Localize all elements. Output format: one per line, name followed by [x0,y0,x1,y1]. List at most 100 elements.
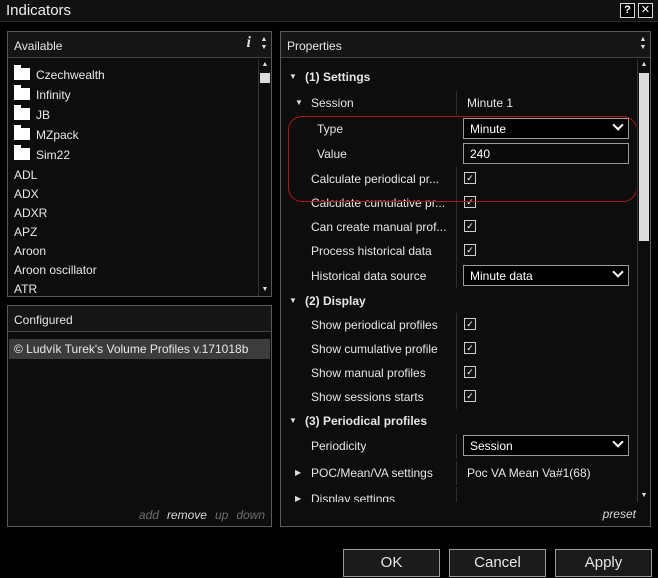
scroll-thumb[interactable] [260,73,270,83]
scroll-down-arrow[interactable]: ▼ [259,284,271,296]
expand-triangle-icon[interactable]: ▶ [295,494,301,502]
calc-periodical-checkbox[interactable]: ✓ [464,172,476,184]
historical-source-label: Historical data source [311,269,427,283]
prop-type[interactable]: Type Minute [281,117,636,141]
category-periodical[interactable]: ▼ (3) Periodical profiles [281,409,636,433]
available-panel: Available i ▲ ▼ Czechwealth Infinity JB M… [7,31,272,297]
type-label: Type [317,122,344,136]
collapse-triangle-icon[interactable]: ▼ [289,296,297,305]
prop-show-manual[interactable]: Show manual profiles ✓ [281,361,636,385]
preset-link[interactable]: preset [603,507,636,521]
remove-link[interactable]: remove [167,508,207,522]
historical-source-select[interactable]: Minute data [463,265,629,286]
column-separator [456,91,457,115]
configured-item-selected[interactable]: © Ludvík Turek's Volume Profiles v.17101… [9,339,270,359]
folder-icon [14,125,30,140]
configured-header: Configured [8,306,271,332]
expand-triangle-icon[interactable]: ▶ [295,468,301,477]
prop-poc[interactable]: ▶ POC/Mean/VA settings Poc VA Mean Va#1(… [281,461,636,485]
available-header: Available i ▲ ▼ [8,32,271,58]
prop-calc-cumulative[interactable]: Calculate cumulative pr... ✓ [281,191,636,215]
prop-show-sessions[interactable]: Show sessions starts ✓ [281,385,636,409]
properties-scrollbar[interactable]: ▲ ▼ [637,59,650,502]
show-manual-checkbox[interactable]: ✓ [464,366,476,378]
scroll-down-arrow[interactable]: ▼ [638,490,650,502]
prop-process-historical[interactable]: Process historical data ✓ [281,239,636,263]
column-separator [456,434,457,458]
value-input[interactable]: 240 [463,143,629,164]
column-separator [456,167,457,191]
apply-button[interactable]: Apply [555,549,652,577]
properties-header: Properties ▲ ▼ [281,32,650,58]
configured-title: Configured [14,313,73,327]
header-scroll-arrows[interactable]: ▲ ▼ [259,36,269,52]
collapse-triangle-icon[interactable]: ▼ [289,416,297,425]
calc-periodical-label: Calculate periodical pr... [311,172,440,186]
prop-manual-profiles[interactable]: Can create manual prof... ✓ [281,215,636,239]
show-sessions-checkbox[interactable]: ✓ [464,390,476,402]
scroll-up-arrow[interactable]: ▲ [638,59,650,71]
info-icon[interactable]: i [247,34,251,52]
indicator-item[interactable]: ADX [14,187,39,205]
show-manual-label: Show manual profiles [311,366,426,380]
folder-item[interactable]: JB [14,105,50,126]
up-link[interactable]: up [215,508,228,522]
folder-item[interactable]: Czechwealth [14,65,105,86]
column-separator [456,215,457,239]
collapse-triangle-icon[interactable]: ▼ [289,72,297,81]
prop-calc-periodical[interactable]: Calculate periodical pr... ✓ [281,167,636,191]
folder-item[interactable]: Infinity [14,85,71,106]
down-link[interactable]: down [236,508,265,522]
show-periodical-label: Show periodical profiles [311,318,438,332]
window-titlebar: Indicators ? ✕ [0,0,658,22]
category-display[interactable]: ▼ (2) Display [281,289,636,313]
help-button[interactable]: ? [620,3,635,18]
folder-item[interactable]: Sim22 [14,145,70,166]
configured-panel: Configured © Ludvík Turek's Volume Profi… [7,305,272,527]
prop-session[interactable]: ▼ Session Minute 1 [281,91,636,115]
prop-value[interactable]: Value 240 [281,142,636,166]
column-separator [456,337,457,361]
session-value: Minute 1 [467,96,514,110]
chevron-down-icon [612,119,624,131]
show-cumulative-checkbox[interactable]: ✓ [464,342,476,354]
folder-item[interactable]: MZpack [14,125,79,146]
process-historical-checkbox[interactable]: ✓ [464,244,476,256]
prop-historical-source[interactable]: Historical data source Minute data [281,264,636,288]
indicator-item[interactable]: ADL [14,168,37,186]
periodicity-select[interactable]: Session [463,435,629,456]
manual-profiles-checkbox[interactable]: ✓ [464,220,476,232]
poc-value: Poc VA Mean Va#1(68) [467,466,591,480]
property-grid: ▼ (1) Settings ▼ Session Minute 1 Type M… [281,59,636,502]
indicator-item[interactable]: ADXR [14,206,47,224]
scroll-thumb[interactable] [639,73,649,241]
category-settings[interactable]: ▼ (1) Settings [281,65,636,89]
show-sessions-label: Show sessions starts [311,390,424,404]
header-scroll-arrows[interactable]: ▲ ▼ [638,36,648,52]
prop-show-periodical[interactable]: Show periodical profiles ✓ [281,313,636,337]
collapse-triangle-icon[interactable]: ▼ [295,98,303,107]
calc-cumulative-checkbox[interactable]: ✓ [464,196,476,208]
indicator-item[interactable]: APZ [14,225,37,243]
process-historical-label: Process historical data [311,244,432,258]
indicator-item[interactable]: Aroon [14,244,46,262]
indicator-item[interactable]: Aroon oscillator [14,263,97,281]
calc-cumulative-label: Calculate cumulative pr... [311,196,446,210]
prop-display-settings[interactable]: ▶ Display settings [281,487,636,502]
properties-title: Properties [287,39,342,53]
scroll-up-arrow[interactable]: ▲ [259,59,271,71]
folder-icon [14,105,30,120]
configured-actions: add remove up down [131,508,265,522]
type-select[interactable]: Minute [463,118,629,139]
prop-periodicity[interactable]: Periodicity Session [281,434,636,458]
ok-button[interactable]: OK [343,549,440,577]
cancel-button[interactable]: Cancel [449,549,546,577]
available-scrollbar[interactable]: ▲ ▼ [258,59,271,296]
close-button[interactable]: ✕ [638,3,653,18]
column-separator [456,313,457,337]
show-periodical-checkbox[interactable]: ✓ [464,318,476,330]
indicator-item[interactable]: ATR [14,282,37,296]
prop-show-cumulative[interactable]: Show cumulative profile ✓ [281,337,636,361]
show-cumulative-label: Show cumulative profile [311,342,438,356]
add-link[interactable]: add [139,508,159,522]
